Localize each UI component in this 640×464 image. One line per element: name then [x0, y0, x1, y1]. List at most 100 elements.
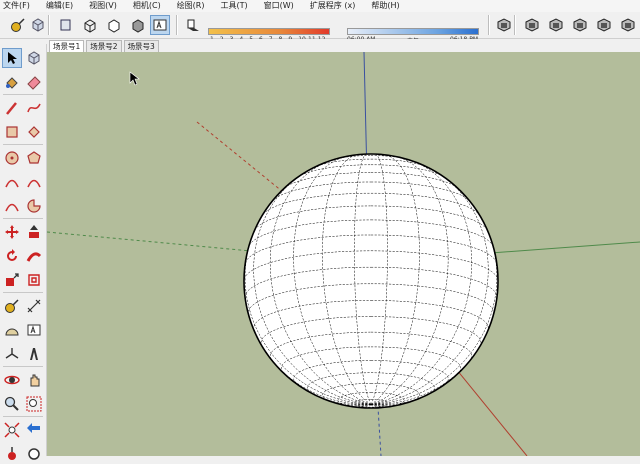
rotated-rectangle-tool[interactable]: [24, 122, 44, 142]
tool-separator: [3, 292, 43, 293]
menu-item-3[interactable]: 相机(C): [130, 0, 161, 12]
previous-view-icon: [27, 423, 40, 433]
toolbar-separator: [514, 15, 516, 35]
xray-style-button[interactable]: [56, 15, 76, 35]
follow-me-tool[interactable]: [24, 246, 44, 266]
pie-tool[interactable]: [24, 196, 44, 216]
orbit-tool[interactable]: [2, 370, 22, 390]
dimension-tool[interactable]: [24, 296, 44, 316]
drawing-viewport[interactable]: [47, 52, 640, 456]
3d-text-icon: [30, 348, 38, 360]
menu-item-4[interactable]: 绘图(R): [174, 0, 205, 12]
zoom-extents-icon: [4, 422, 20, 438]
toolbar-separator: [488, 15, 490, 35]
protractor-tool[interactable]: [2, 320, 22, 340]
top-view-icon: [525, 18, 539, 32]
dimension-icon: [27, 299, 41, 313]
scene-canvas[interactable]: [47, 52, 640, 456]
wireframe-style-button[interactable]: [80, 15, 100, 35]
pan-tool[interactable]: [24, 370, 44, 390]
offset-tool[interactable]: [24, 270, 44, 290]
position-camera-tool[interactable]: [2, 444, 22, 464]
sphere-model[interactable]: [243, 153, 499, 409]
circle-tool[interactable]: [2, 148, 22, 168]
top-view-button[interactable]: [522, 15, 542, 35]
back-view-button[interactable]: [594, 15, 614, 35]
tape-measure-icon: [11, 18, 25, 32]
menu-bar: 文件(F) 编辑(E) 视图(V) 相机(C) 绘图(R) 工具(T) 窗口(W) 扩展程序 …: [0, 0, 640, 12]
two-point-arc-tool[interactable]: [24, 172, 44, 192]
look-around-icon: [28, 448, 40, 460]
previous-view-tool[interactable]: [24, 420, 44, 440]
xray-style-icon: [60, 19, 71, 31]
line-tool[interactable]: [2, 98, 22, 118]
front-view-icon: [549, 18, 563, 32]
move-tool[interactable]: [2, 222, 22, 242]
component-icon: [32, 18, 44, 32]
tool-separator: [3, 416, 43, 417]
menu-item-6[interactable]: 窗口(W): [261, 0, 294, 12]
zoom-window-icon: [26, 396, 42, 412]
look-around-tool[interactable]: [24, 444, 44, 464]
wireframe-style-icon: [84, 19, 96, 33]
rotated-rectangle-icon: [28, 126, 40, 138]
freehand-tool[interactable]: [24, 98, 44, 118]
scene-tab-3[interactable]: 场景号3: [123, 40, 159, 52]
scale-tool[interactable]: [2, 270, 22, 290]
eraser-tool[interactable]: [24, 72, 44, 92]
iso-view-icon: [497, 18, 511, 32]
large-tool-set: [0, 44, 47, 460]
tool-separator: [3, 144, 43, 145]
menu-item-7[interactable]: 扩展程序 (x): [307, 0, 356, 12]
push-pull-tool[interactable]: [24, 222, 44, 242]
iso-view-button[interactable]: [494, 15, 514, 35]
shadow-month-bar: [208, 28, 330, 35]
text-tool[interactable]: [24, 320, 44, 340]
pie-icon: [27, 199, 41, 213]
axes-tool[interactable]: [2, 344, 22, 364]
three-point-arc-tool[interactable]: [2, 196, 22, 216]
sphere-outline[interactable]: [243, 153, 499, 409]
shadows-button[interactable]: [182, 15, 202, 35]
shaded-style-icon: [132, 19, 144, 33]
select-arrow-icon: [8, 52, 17, 64]
mouse-cursor: [129, 71, 140, 86]
shaded-style-button[interactable]: [128, 15, 148, 35]
front-view-button[interactable]: [546, 15, 566, 35]
menu-item-2[interactable]: 视图(V): [86, 0, 117, 12]
zoom-tool[interactable]: [2, 394, 22, 414]
scene-tab-2[interactable]: 场景号2: [86, 40, 122, 52]
rectangle-tool[interactable]: [2, 122, 22, 142]
shaded-textures-style-button[interactable]: [150, 15, 170, 35]
scene-tab-1[interactable]: 场景号1: [49, 40, 85, 52]
zoom-icon: [4, 396, 19, 411]
left-view-button[interactable]: [618, 15, 638, 35]
back-view-icon: [597, 18, 611, 32]
hidden-line-style-button[interactable]: [104, 15, 124, 35]
push-pull-icon: [29, 225, 39, 238]
right-view-icon: [573, 18, 587, 32]
follow-me-icon: [26, 252, 42, 262]
three-point-arc-icon: [5, 203, 19, 212]
eraser-icon: [27, 76, 41, 90]
paint-bucket-tool[interactable]: [2, 72, 22, 92]
arc-tool[interactable]: [2, 172, 22, 192]
polygon-tool[interactable]: [24, 148, 44, 168]
scene-tabs: 场景号1 场景号2 场景号3: [47, 39, 640, 52]
make-component-tool[interactable]: [24, 48, 44, 68]
component-button[interactable]: [28, 15, 48, 35]
zoom-extents-tool[interactable]: [2, 420, 22, 440]
tape-measure-button[interactable]: [8, 15, 28, 35]
zoom-window-tool[interactable]: [24, 394, 44, 414]
shadows-icon: [187, 19, 199, 31]
menu-item-5[interactable]: 工具(T): [218, 0, 248, 12]
make-component-icon: [28, 51, 40, 65]
tape-measure-tool[interactable]: [2, 296, 22, 316]
menu-item-1[interactable]: 编辑(E): [43, 0, 73, 12]
menu-item-0[interactable]: 文件(F): [0, 0, 30, 12]
menu-item-8[interactable]: 帮助(H): [368, 0, 399, 12]
3d-text-tool[interactable]: [24, 344, 44, 364]
rotate-tool[interactable]: [2, 246, 22, 266]
right-view-button[interactable]: [570, 15, 590, 35]
select-arrow-tool[interactable]: [2, 48, 22, 68]
